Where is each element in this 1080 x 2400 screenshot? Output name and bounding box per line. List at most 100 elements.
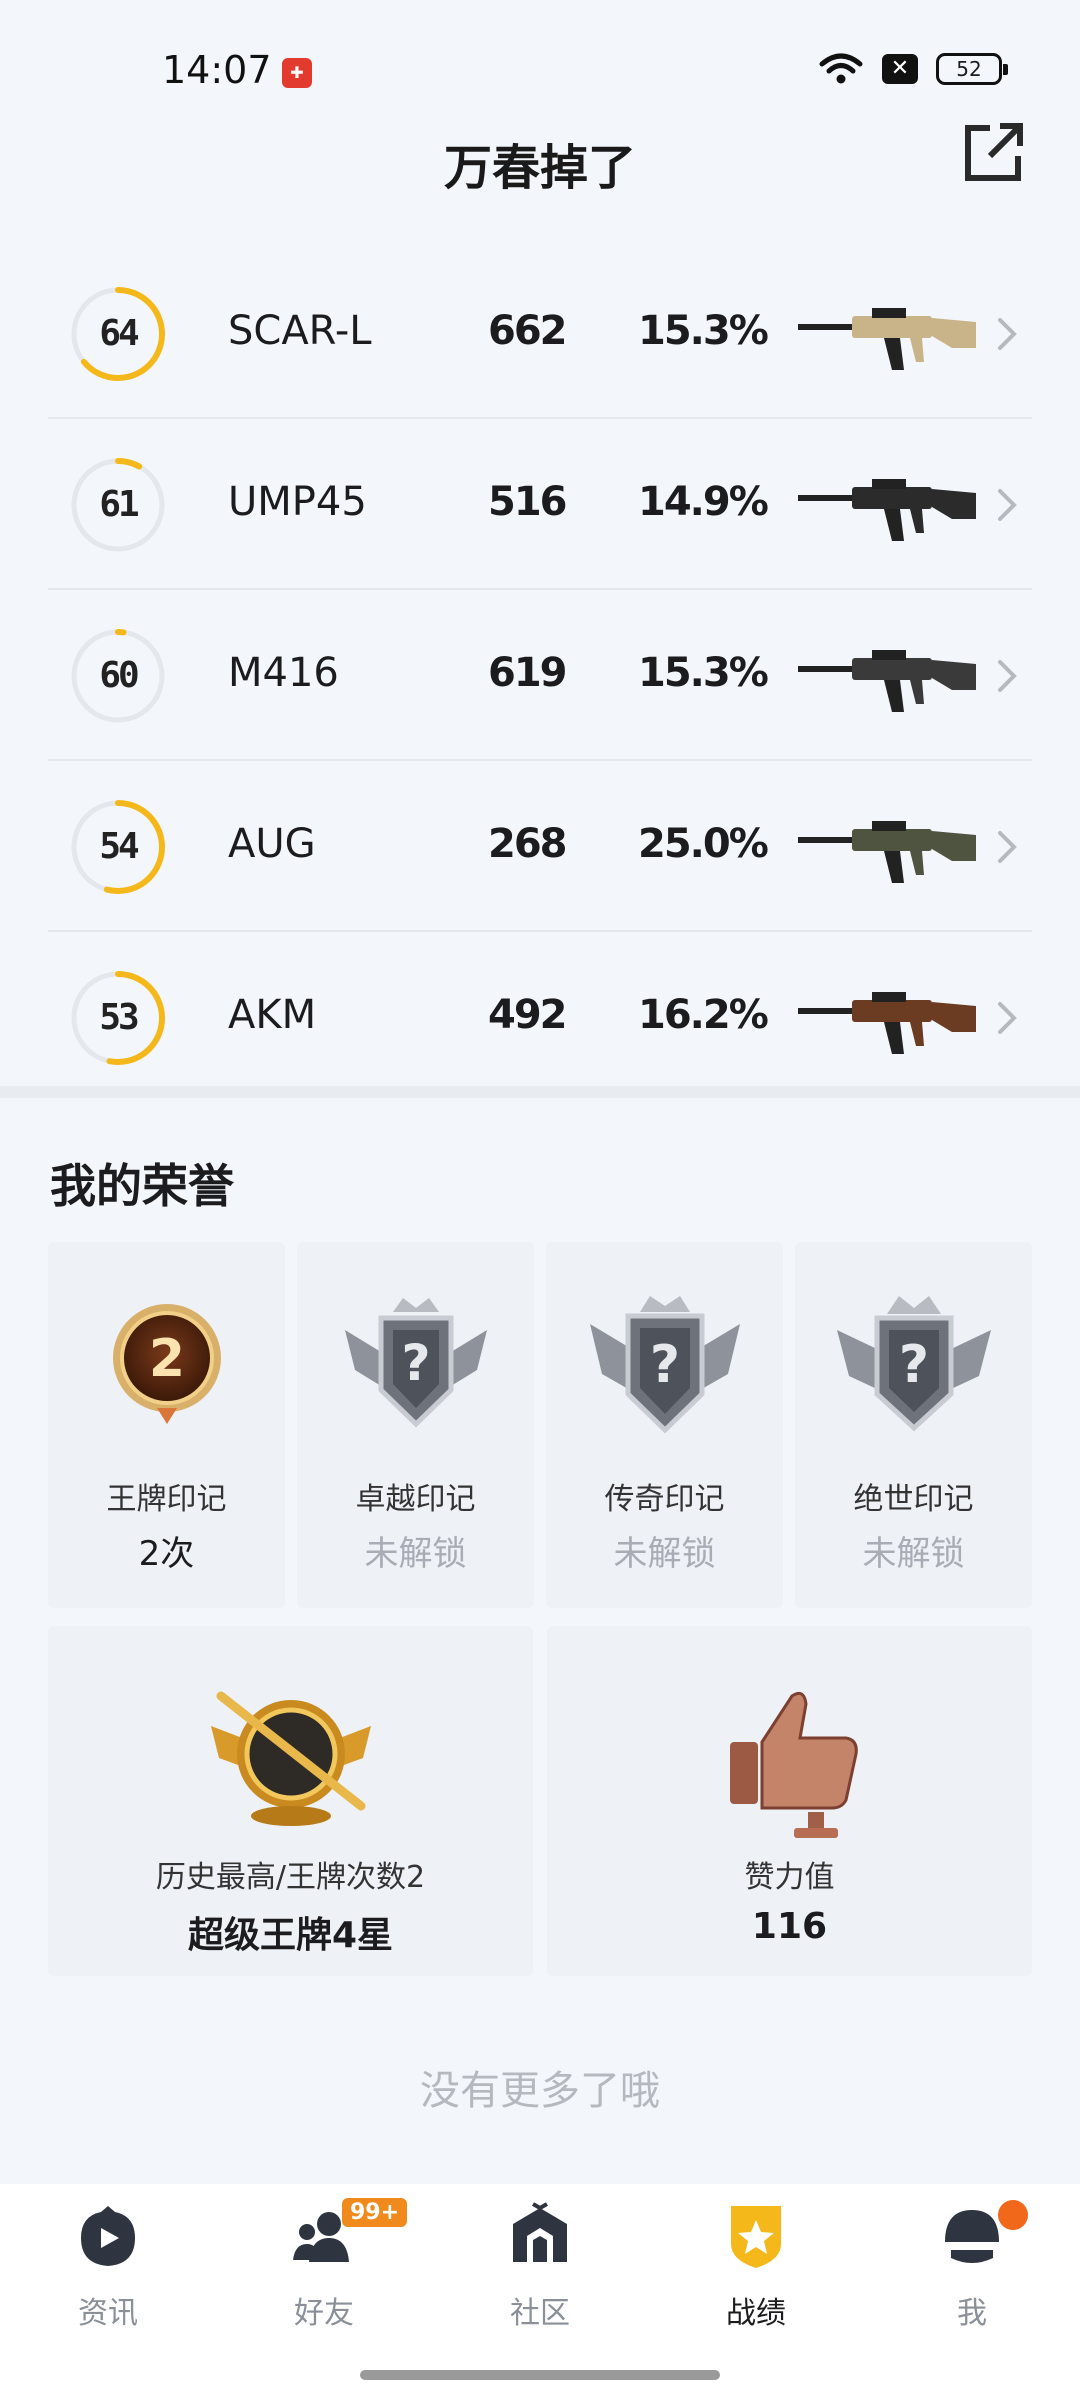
score-ring: 53 <box>68 968 168 1068</box>
nav-label: 好友 <box>294 2296 354 2331</box>
news-play-icon <box>81 2206 135 2266</box>
end-of-list-text: 没有更多了哦 <box>420 2068 660 2114</box>
weapon-rifle-icon <box>798 821 976 883</box>
svg-text:?: ? <box>649 1335 679 1395</box>
locked-crown-badge-icon: ? <box>344 1298 487 1428</box>
weapon-row[interactable]: 54 AUG 268 25.0% <box>48 761 1032 932</box>
wifi-icon <box>819 53 863 84</box>
home-indicator[interactable] <box>360 2370 720 2380</box>
nav-label: 我 <box>957 2296 987 2331</box>
weapon-row[interactable]: 53 AKM 492 16.2% <box>48 932 1032 1103</box>
weapon-name: M416 <box>228 650 339 696</box>
honor-label: 卓越印记 <box>355 1482 476 1517</box>
honor-value: 未解锁 <box>364 1534 467 1574</box>
ace-badge-icon: 2 <box>112 1304 221 1424</box>
gold-rank-emblem-icon <box>210 1691 371 1826</box>
thumbs-up-trophy-icon <box>729 1691 858 1838</box>
notification-dot <box>998 2200 1028 2230</box>
weapon-score: 60 <box>99 655 139 696</box>
weapon-score: 61 <box>99 484 139 525</box>
highest-rank-card[interactable]: 历史最高/王牌次数2 超级王牌4星 <box>48 1626 533 1976</box>
app-notification-icon: ✚ <box>282 58 312 88</box>
honor-label: 王牌印记 <box>106 1482 227 1517</box>
weapon-percent: 14.9% <box>638 479 769 525</box>
chevron-right-icon <box>998 489 1017 521</box>
honor-value: 2次 <box>138 1534 195 1574</box>
honor-value: 未解锁 <box>613 1534 716 1574</box>
status-icons: ✕ 52 <box>818 52 1008 86</box>
svg-text:?: ? <box>898 1335 928 1395</box>
weapon-rifle-icon <box>798 992 976 1054</box>
honor-label: 传奇印记 <box>604 1482 725 1517</box>
honor-card-ace[interactable]: 2 王牌印记 2次 <box>48 1242 285 1608</box>
weapon-rifle-icon <box>798 650 976 712</box>
weapon-row[interactable]: 61 UMP45 516 14.9% <box>48 419 1032 590</box>
status-time: 14:07 <box>162 48 272 92</box>
weapon-percent: 15.3% <box>638 650 769 696</box>
honor-card-peerless[interactable]: ? 绝世印记 未解锁 <box>795 1242 1032 1608</box>
notification-x-icon: ✕ <box>882 54 918 84</box>
weapon-name: AUG <box>228 821 316 867</box>
ace-count-number: 2 <box>148 1329 184 1389</box>
weapon-score: 64 <box>99 313 139 354</box>
honor-label: 绝世印记 <box>853 1482 974 1517</box>
friends-badge: 99+ <box>342 2198 408 2227</box>
helmet-profile-icon <box>945 2210 999 2263</box>
weapon-name: UMP45 <box>228 479 367 525</box>
honor-badge-grid: 2 王牌印记 2次 ? 卓越印记 未解锁 ? 传奇印记 未解锁 ? 绝世印记 未… <box>48 1242 1032 1608</box>
locked-crown-badge-icon: ? <box>836 1296 991 1432</box>
page-title: 万春掉了 <box>443 140 636 196</box>
likes-value: 116 <box>751 1906 828 1947</box>
nav-label: 战绩 <box>726 2296 786 2331</box>
weapon-list: 64 SCAR-L 662 15.3% 61 UMP45 516 14.9% 60 M416 619… <box>48 248 1032 1103</box>
weapon-score: 54 <box>99 826 139 867</box>
chevron-right-icon <box>998 831 1017 863</box>
weapon-percent: 15.3% <box>638 308 769 354</box>
score-ring: 61 <box>68 455 168 555</box>
bottom-nav: 资讯 99+ 好友 社区 战绩 我 <box>0 2184 1080 2400</box>
weapon-kill-count: 619 <box>488 650 567 696</box>
weapon-rifle-icon <box>798 479 976 541</box>
highest-rank-label: 历史最高/王牌次数2 <box>155 1860 426 1895</box>
nav-item-news[interactable]: 资讯 <box>0 2184 216 2334</box>
status-bar: 14:07 ✚ ✕ 52 <box>0 0 1080 120</box>
weapon-name: SCAR-L <box>228 308 372 354</box>
weapon-kill-count: 492 <box>488 992 567 1038</box>
score-ring: 54 <box>68 797 168 897</box>
chevron-right-icon <box>998 660 1017 692</box>
weapon-percent: 25.0% <box>638 821 769 867</box>
nav-item-community[interactable]: 社区 <box>432 2184 648 2334</box>
weapon-kill-count: 662 <box>488 308 567 354</box>
score-ring: 60 <box>68 626 168 726</box>
honor-card-excellence[interactable]: ? 卓越印记 未解锁 <box>297 1242 534 1608</box>
likes-label: 赞力值 <box>744 1860 835 1895</box>
highest-rank-value: 超级王牌4星 <box>187 1915 394 1956</box>
weapon-rifle-icon <box>798 308 976 370</box>
weapon-row[interactable]: 60 M416 619 15.3% <box>48 590 1032 761</box>
likes-card[interactable]: 赞力值 116 <box>547 1626 1032 1976</box>
header: 万春掉了 <box>0 120 1080 230</box>
nav-label: 资讯 <box>78 2296 138 2331</box>
nav-item-record[interactable]: 战绩 <box>648 2184 864 2334</box>
record-star-shield-icon <box>731 2206 781 2268</box>
weapon-name: AKM <box>228 992 317 1038</box>
share-external-icon[interactable] <box>960 120 1026 186</box>
honor-card-legend[interactable]: ? 传奇印记 未解锁 <box>546 1242 783 1608</box>
battery-icon: 52 <box>936 53 1008 85</box>
community-house-icon <box>513 2202 567 2262</box>
honor-value: 未解锁 <box>862 1534 965 1574</box>
weapon-kill-count: 268 <box>488 821 567 867</box>
score-ring: 64 <box>68 284 168 384</box>
honor-summary-grid: 历史最高/王牌次数2 超级王牌4星 赞力值 116 <box>48 1626 1032 1976</box>
nav-label: 社区 <box>510 2296 570 2331</box>
weapon-percent: 16.2% <box>638 992 769 1038</box>
honor-section-title: 我的荣誉 <box>50 1159 234 1213</box>
nav-item-me[interactable]: 我 <box>864 2184 1080 2334</box>
weapon-score: 53 <box>99 997 139 1038</box>
section-divider <box>0 1086 1080 1098</box>
chevron-right-icon <box>998 1002 1017 1034</box>
nav-item-friends[interactable]: 99+ 好友 <box>216 2184 432 2334</box>
locked-crown-badge-icon: ? <box>589 1296 740 1434</box>
weapon-row[interactable]: 64 SCAR-L 662 15.3% <box>48 248 1032 419</box>
chevron-right-icon <box>998 318 1017 350</box>
